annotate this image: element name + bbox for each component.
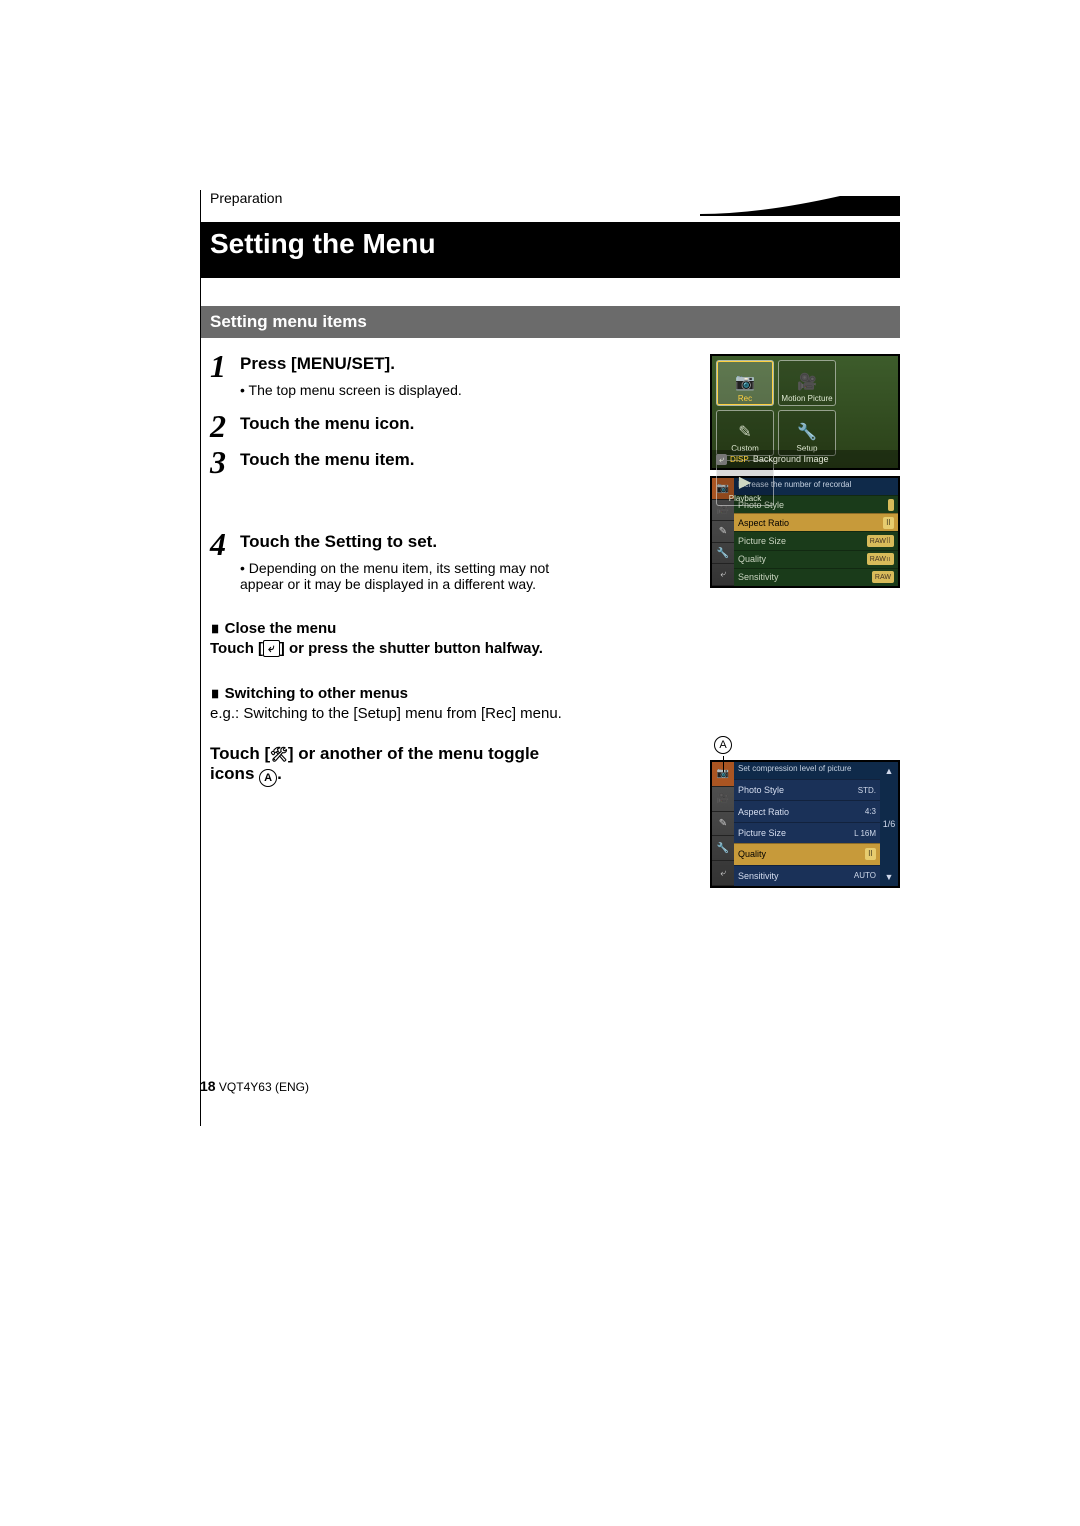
title-bar: Setting the Menu bbox=[200, 222, 900, 278]
side-tab-back[interactable]: ⤶ bbox=[712, 861, 734, 886]
section-title: Setting menu items bbox=[200, 306, 900, 338]
content: 1 Press [MENU/SET]. The top menu screen … bbox=[210, 350, 900, 787]
list-row[interactable]: QualityRAW⠶ bbox=[734, 550, 898, 568]
page-indicator: 1/6 bbox=[883, 819, 896, 829]
menu-tile-rec[interactable]: 📷Rec bbox=[716, 360, 774, 406]
list-row[interactable]: Picture SizeRAW⠿ bbox=[734, 531, 898, 549]
page-footer: 18 VQT4Y63 (ENG) bbox=[200, 1078, 309, 1094]
step-number: 2 bbox=[210, 410, 240, 442]
wrench-icon: 🛠 bbox=[270, 746, 288, 762]
switching-heading: Switching to other menus bbox=[210, 683, 570, 703]
screenshots-column: 📷Rec 🎥Motion Picture ✎Custom 🔧Setup ▶Pla… bbox=[710, 354, 900, 888]
scroll-up-icon[interactable]: ▲ bbox=[885, 766, 894, 776]
close-menu-heading: Close the menu bbox=[210, 618, 570, 638]
scroll-down-icon[interactable]: ▼ bbox=[885, 872, 894, 882]
step-number: 3 bbox=[210, 446, 240, 478]
step-number: 4 bbox=[210, 528, 240, 560]
callout-a: A bbox=[714, 736, 732, 772]
switching-example: e.g.: Switching to the [Setup] menu from… bbox=[210, 705, 570, 722]
page-number: 18 bbox=[200, 1078, 216, 1094]
disp-label: DISP. bbox=[730, 455, 750, 464]
step-1: 1 Press [MENU/SET]. The top menu screen … bbox=[210, 350, 570, 398]
side-tabs: 📷 🎥 ✎ 🔧 ⤶ bbox=[712, 762, 734, 886]
step-heading: Press [MENU/SET]. bbox=[240, 354, 570, 374]
side-tab-setup[interactable]: 🔧 bbox=[712, 543, 734, 565]
close-menu-line: Touch [⤶] or press the shutter button ha… bbox=[210, 640, 570, 657]
step-3: 3 Touch the menu item. bbox=[210, 446, 570, 478]
step-heading: Touch the Setting to set. bbox=[240, 532, 570, 552]
side-tab-setup[interactable]: 🔧 bbox=[712, 836, 734, 861]
list-row[interactable]: Picture SizeL 16M bbox=[734, 822, 880, 843]
step-2: 2 Touch the menu icon. bbox=[210, 410, 570, 442]
list-row[interactable]: Aspect Ratio4:3 bbox=[734, 800, 880, 821]
screenshot-top-menu: 📷Rec 🎥Motion Picture ✎Custom 🔧Setup ▶Pla… bbox=[710, 354, 900, 470]
screenshot-rec-menu: 📷 🎥 ✎ 🔧 ⤶ Set compression level of pictu… bbox=[710, 760, 900, 888]
step-heading: Touch the menu icon. bbox=[240, 414, 570, 434]
list-row[interactable]: Quality⠿ bbox=[734, 843, 880, 864]
list-row[interactable]: SensitivityRAW bbox=[734, 568, 898, 586]
side-tab-custom[interactable]: ✎ bbox=[712, 812, 734, 837]
step-number: 1 bbox=[210, 350, 240, 382]
list-row[interactable]: Aspect Ratio⠿ bbox=[734, 513, 898, 531]
touch-toggle-line: Touch [🛠] or another of the menu toggle … bbox=[210, 744, 570, 787]
back-icon: ⤶ bbox=[263, 640, 280, 657]
header-swoosh bbox=[700, 194, 900, 216]
list-row[interactable]: Photo StyleSTD. bbox=[734, 779, 880, 800]
menu-tile-motion[interactable]: 🎥Motion Picture bbox=[778, 360, 836, 406]
step-heading: Touch the menu item. bbox=[240, 450, 570, 470]
page-scroller[interactable]: ▲ 1/6 ▼ bbox=[880, 762, 898, 886]
step-4: 4 Touch the Setting to set. Depending on… bbox=[210, 528, 570, 592]
side-tab-back[interactable]: ⤶ bbox=[712, 564, 734, 586]
list-row[interactable]: SensitivityAUTO bbox=[734, 865, 880, 886]
step-bullet: The top menu screen is displayed. bbox=[240, 382, 570, 398]
doc-code: VQT4Y63 (ENG) bbox=[219, 1080, 309, 1094]
left-margin-rule bbox=[200, 190, 201, 1126]
list-header: Set compression level of picture bbox=[734, 762, 880, 779]
step-bullet: Depending on the menu item, its setting … bbox=[240, 560, 570, 592]
back-icon[interactable]: ⤶ bbox=[716, 454, 727, 465]
circle-a-marker: A bbox=[259, 769, 277, 787]
side-tab-motion[interactable]: 🎥 bbox=[712, 787, 734, 812]
page-title: Setting the Menu bbox=[210, 230, 436, 258]
side-tab-custom[interactable]: ✎ bbox=[712, 521, 734, 543]
background-image-label: Background Image bbox=[753, 454, 829, 464]
